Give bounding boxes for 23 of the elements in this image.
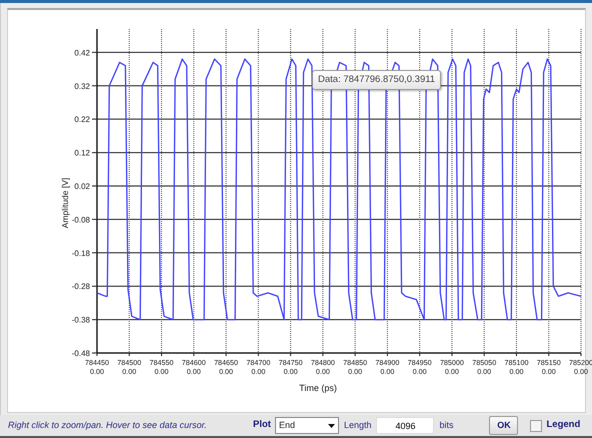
hint-text: Right click to zoom/pan. Hover to see data cursor. <box>8 418 208 432</box>
y-tick-label: -0.18 <box>72 248 90 258</box>
length-label: Length <box>344 418 372 432</box>
data-tooltip: Data: 7847796.8750,0.3911 <box>312 70 442 90</box>
y-tick-label: -0.08 <box>72 215 90 224</box>
y-tick-label: -0.38 <box>72 316 90 325</box>
y-tick-label: 0.22 <box>74 115 90 124</box>
x-axis-title: Time (ps) <box>299 383 337 393</box>
caret-icon <box>328 424 335 428</box>
length-field[interactable]: 4096 <box>376 417 434 434</box>
legend-checkbox[interactable] <box>530 420 542 432</box>
y-tick-label: 0.12 <box>74 148 90 158</box>
y-tick-label: -0.48 <box>72 349 90 358</box>
y-tick-label: 0.42 <box>74 48 90 58</box>
legend-label: Legend <box>546 418 580 432</box>
y-tick-label: -0.28 <box>72 282 90 292</box>
units-label: bits <box>439 418 454 432</box>
plot-label: Plot <box>253 418 271 432</box>
ok-button[interactable]: OK <box>489 416 518 435</box>
y-tick-label: 0.32 <box>74 82 90 91</box>
plot-dropdown[interactable]: End <box>274 417 339 434</box>
y-axis-title: Amplitude [V] <box>60 178 70 228</box>
y-tick-label: 0.02 <box>74 182 90 191</box>
